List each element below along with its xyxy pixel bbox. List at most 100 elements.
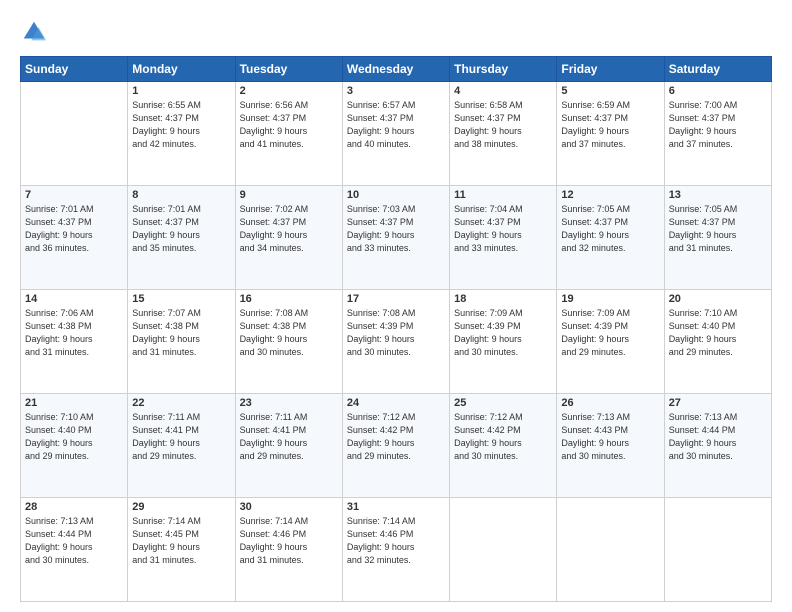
day-number: 30 — [240, 501, 338, 513]
day-number: 23 — [240, 397, 338, 409]
day-number: 10 — [347, 189, 445, 201]
day-info: Sunrise: 7:08 AM Sunset: 4:39 PM Dayligh… — [347, 307, 445, 359]
calendar-cell: 15 Sunrise: 7:07 AM Sunset: 4:38 PM Dayli… — [128, 290, 235, 394]
day-number: 28 — [25, 501, 123, 513]
day-info: Sunrise: 7:03 AM Sunset: 4:37 PM Dayligh… — [347, 203, 445, 255]
day-number: 3 — [347, 85, 445, 97]
day-number: 20 — [669, 293, 767, 305]
calendar-header-thursday: Thursday — [450, 57, 557, 82]
calendar-cell: 28 Sunrise: 7:13 AM Sunset: 4:44 PM Dayli… — [21, 498, 128, 602]
calendar-cell — [450, 498, 557, 602]
day-info: Sunrise: 7:13 AM Sunset: 4:44 PM Dayligh… — [669, 411, 767, 463]
day-number: 9 — [240, 189, 338, 201]
logo-icon — [20, 18, 48, 46]
day-number: 26 — [561, 397, 659, 409]
day-number: 4 — [454, 85, 552, 97]
calendar-cell — [21, 82, 128, 186]
day-number: 16 — [240, 293, 338, 305]
calendar-cell: 13Sunrise: 7:05 AM Sunset: 4:37 PM Dayli… — [664, 186, 771, 290]
day-number: 19 — [561, 293, 659, 305]
day-info: Sunrise: 7:14 AM Sunset: 4:45 PM Dayligh… — [132, 515, 230, 567]
day-number: 21 — [25, 397, 123, 409]
day-info: Sunrise: 7:00 AM Sunset: 4:37 PM Dayligh… — [669, 99, 767, 151]
calendar-week-4: 28 Sunrise: 7:13 AM Sunset: 4:44 PM Dayli… — [21, 498, 772, 602]
calendar-cell: 29Sunrise: 7:14 AM Sunset: 4:45 PM Dayli… — [128, 498, 235, 602]
calendar-cell: 19 Sunrise: 7:09 AM Sunset: 4:39 PM Dayli… — [557, 290, 664, 394]
calendar-table: SundayMondayTuesdayWednesdayThursdayFrid… — [20, 56, 772, 602]
calendar-cell: 24Sunrise: 7:12 AM Sunset: 4:42 PM Dayli… — [342, 394, 449, 498]
calendar-cell: 17 Sunrise: 7:08 AM Sunset: 4:39 PM Dayli… — [342, 290, 449, 394]
day-number: 22 — [132, 397, 230, 409]
calendar-header-tuesday: Tuesday — [235, 57, 342, 82]
day-info: Sunrise: 7:10 AM Sunset: 4:40 PM Dayligh… — [25, 411, 123, 463]
calendar-cell: 30 Sunrise: 7:14 AM Sunset: 4:46 PM Dayli… — [235, 498, 342, 602]
calendar-cell: 7 Sunrise: 7:01 AM Sunset: 4:37 PM Daylig… — [21, 186, 128, 290]
day-info: Sunrise: 7:07 AM Sunset: 4:38 PM Dayligh… — [132, 307, 230, 359]
day-info: Sunrise: 7:13 AM Sunset: 4:44 PM Dayligh… — [25, 515, 123, 567]
calendar-cell: 23 Sunrise: 7:11 AM Sunset: 4:41 PM Dayli… — [235, 394, 342, 498]
day-info: Sunrise: 7:10 AM Sunset: 4:40 PM Dayligh… — [669, 307, 767, 359]
day-info: Sunrise: 7:02 AM Sunset: 4:37 PM Dayligh… — [240, 203, 338, 255]
calendar-cell: 20 Sunrise: 7:10 AM Sunset: 4:40 PM Dayli… — [664, 290, 771, 394]
calendar-cell: 22 Sunrise: 7:11 AM Sunset: 4:41 PM Dayli… — [128, 394, 235, 498]
calendar-cell: 5 Sunrise: 6:59 AM Sunset: 4:37 PM Daylig… — [557, 82, 664, 186]
day-info: Sunrise: 7:12 AM Sunset: 4:42 PM Dayligh… — [454, 411, 552, 463]
calendar-cell: 4 Sunrise: 6:58 AM Sunset: 4:37 PM Daylig… — [450, 82, 557, 186]
day-info: Sunrise: 7:01 AM Sunset: 4:37 PM Dayligh… — [25, 203, 123, 255]
calendar-cell: 6 Sunrise: 7:00 AM Sunset: 4:37 PM Daylig… — [664, 82, 771, 186]
calendar-week-1: 7 Sunrise: 7:01 AM Sunset: 4:37 PM Daylig… — [21, 186, 772, 290]
calendar-header-saturday: Saturday — [664, 57, 771, 82]
calendar-cell: 25 Sunrise: 7:12 AM Sunset: 4:42 PM Dayli… — [450, 394, 557, 498]
calendar-week-2: 14 Sunrise: 7:06 AM Sunset: 4:38 PM Dayli… — [21, 290, 772, 394]
day-number: 8 — [132, 189, 230, 201]
day-info: Sunrise: 6:57 AM Sunset: 4:37 PM Dayligh… — [347, 99, 445, 151]
day-number: 5 — [561, 85, 659, 97]
day-number: 2 — [240, 85, 338, 97]
day-number: 27 — [669, 397, 767, 409]
day-info: Sunrise: 7:13 AM Sunset: 4:43 PM Dayligh… — [561, 411, 659, 463]
day-number: 25 — [454, 397, 552, 409]
day-info: Sunrise: 7:05 AM Sunset: 4:37 PM Dayligh… — [561, 203, 659, 255]
day-number: 17 — [347, 293, 445, 305]
day-info: Sunrise: 7:14 AM Sunset: 4:46 PM Dayligh… — [347, 515, 445, 567]
day-info: Sunrise: 7:01 AM Sunset: 4:37 PM Dayligh… — [132, 203, 230, 255]
calendar-cell: 2 Sunrise: 6:56 AM Sunset: 4:37 PM Daylig… — [235, 82, 342, 186]
day-info: Sunrise: 7:09 AM Sunset: 4:39 PM Dayligh… — [561, 307, 659, 359]
logo — [20, 18, 52, 46]
day-info: Sunrise: 7:11 AM Sunset: 4:41 PM Dayligh… — [240, 411, 338, 463]
calendar-cell — [557, 498, 664, 602]
day-number: 6 — [669, 85, 767, 97]
calendar-cell: 31 Sunrise: 7:14 AM Sunset: 4:46 PM Dayli… — [342, 498, 449, 602]
day-number: 18 — [454, 293, 552, 305]
day-number: 15 — [132, 293, 230, 305]
calendar-header-sunday: Sunday — [21, 57, 128, 82]
day-info: Sunrise: 7:14 AM Sunset: 4:46 PM Dayligh… — [240, 515, 338, 567]
calendar-cell: 8 Sunrise: 7:01 AM Sunset: 4:37 PM Daylig… — [128, 186, 235, 290]
calendar-cell: 1Sunrise: 6:55 AM Sunset: 4:37 PM Daylig… — [128, 82, 235, 186]
calendar-cell: 21 Sunrise: 7:10 AM Sunset: 4:40 PM Dayli… — [21, 394, 128, 498]
calendar-cell: 3 Sunrise: 6:57 AM Sunset: 4:37 PM Daylig… — [342, 82, 449, 186]
day-number: 7 — [25, 189, 123, 201]
day-info: Sunrise: 7:09 AM Sunset: 4:39 PM Dayligh… — [454, 307, 552, 359]
day-info: Sunrise: 6:58 AM Sunset: 4:37 PM Dayligh… — [454, 99, 552, 151]
calendar-cell — [664, 498, 771, 602]
calendar-cell: 26 Sunrise: 7:13 AM Sunset: 4:43 PM Dayli… — [557, 394, 664, 498]
day-info: Sunrise: 6:59 AM Sunset: 4:37 PM Dayligh… — [561, 99, 659, 151]
day-info: Sunrise: 6:56 AM Sunset: 4:37 PM Dayligh… — [240, 99, 338, 151]
calendar-header-wednesday: Wednesday — [342, 57, 449, 82]
header — [20, 18, 772, 46]
day-info: Sunrise: 7:06 AM Sunset: 4:38 PM Dayligh… — [25, 307, 123, 359]
day-number: 1 — [132, 85, 230, 97]
calendar-header-friday: Friday — [557, 57, 664, 82]
calendar-cell: 12 Sunrise: 7:05 AM Sunset: 4:37 PM Dayli… — [557, 186, 664, 290]
calendar-cell: 27 Sunrise: 7:13 AM Sunset: 4:44 PM Dayli… — [664, 394, 771, 498]
day-info: Sunrise: 7:11 AM Sunset: 4:41 PM Dayligh… — [132, 411, 230, 463]
day-number: 12 — [561, 189, 659, 201]
day-number: 14 — [25, 293, 123, 305]
day-info: Sunrise: 7:05 AM Sunset: 4:37 PM Dayligh… — [669, 203, 767, 255]
calendar-header-monday: Monday — [128, 57, 235, 82]
day-number: 31 — [347, 501, 445, 513]
calendar-cell: 14 Sunrise: 7:06 AM Sunset: 4:38 PM Dayli… — [21, 290, 128, 394]
day-info: Sunrise: 7:04 AM Sunset: 4:37 PM Dayligh… — [454, 203, 552, 255]
page: SundayMondayTuesdayWednesdayThursdayFrid… — [0, 0, 792, 612]
